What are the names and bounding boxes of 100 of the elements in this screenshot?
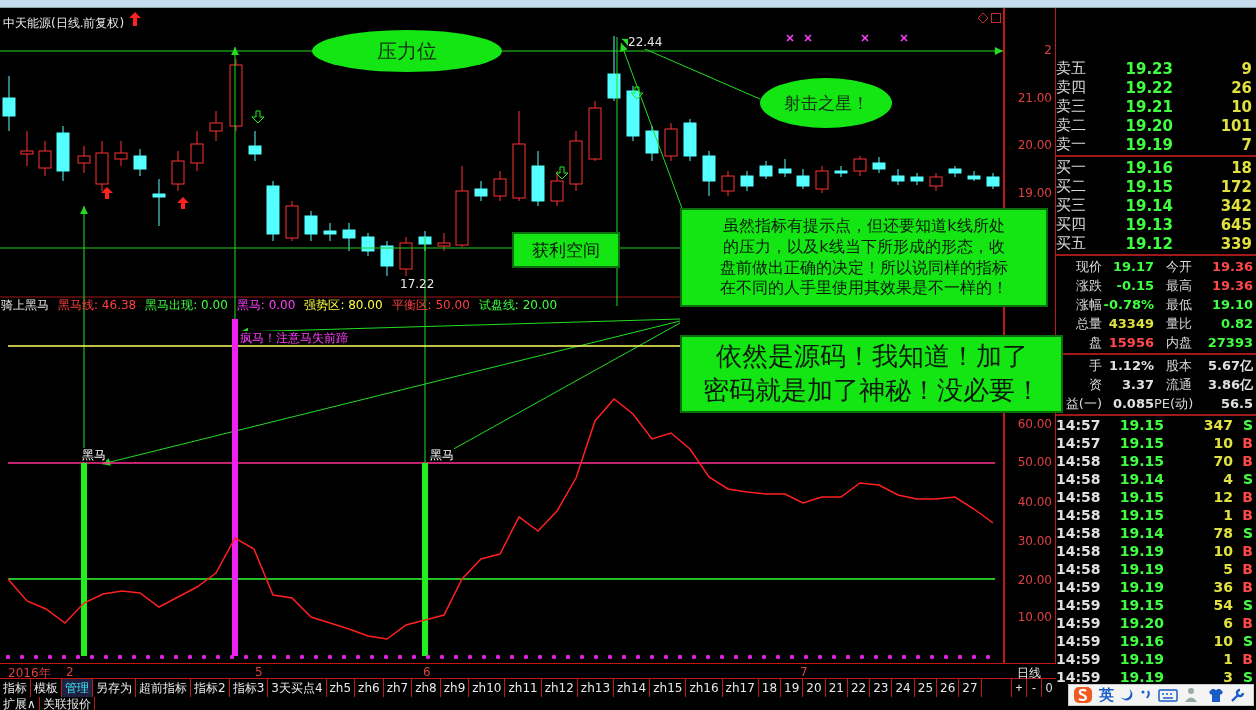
trade-volume: 12 [1212, 489, 1233, 505]
candlestick [190, 130, 204, 172]
candlestick [891, 168, 905, 186]
tab[interactable]: 管理 [62, 679, 93, 697]
trade-side: B [1241, 435, 1253, 451]
wrench-icon[interactable] [1230, 687, 1245, 703]
axis-label: 30.00 [1017, 534, 1052, 548]
candlestick [342, 222, 356, 252]
candlestick [929, 172, 943, 192]
cross-icon [786, 34, 794, 42]
trade-side: B [1241, 543, 1253, 559]
trade-side: S [1241, 471, 1253, 487]
trade-volume: 36 [1212, 579, 1233, 595]
order-volume: 26 [1230, 78, 1252, 97]
tab[interactable]: 指标 [0, 679, 31, 697]
down-arrow-icon [251, 110, 265, 124]
up-arrow-icon [177, 197, 189, 209]
tab[interactable]: 扩展∧ [0, 697, 40, 710]
trade-volume: 70 [1212, 453, 1233, 469]
order-price: 19.13 [1124, 215, 1173, 234]
indicator-value: 黑马出现: 0.00 [145, 297, 228, 314]
indicator-value: 试盘线: 20.00 [478, 297, 558, 314]
trade-time: 14:58 [1056, 525, 1102, 541]
tab[interactable]: 指标2 [191, 679, 230, 697]
trade-side: B [1241, 489, 1253, 505]
candlestick [778, 158, 792, 178]
trade-price: 19.14 [1118, 525, 1164, 541]
trade-time: 14:57 [1056, 417, 1102, 433]
keyboard-icon[interactable] [1158, 688, 1178, 702]
trade-time: 14:58 [1056, 543, 1102, 559]
candlestick [304, 210, 318, 242]
order-label: 卖三 [1056, 97, 1087, 116]
axis-label: 20.00 [1017, 138, 1052, 152]
tab[interactable]: 26 [937, 679, 960, 697]
trade-time: 14:57 [1056, 435, 1102, 451]
candlestick [967, 170, 981, 182]
order-label: 卖四 [1056, 78, 1087, 97]
trade-price: 19.19 [1118, 651, 1164, 667]
candlestick [531, 150, 545, 207]
trade-side: B [1241, 615, 1253, 631]
trade-price: 19.19 [1118, 543, 1164, 559]
trade-price: 19.14 [1118, 471, 1164, 487]
trade-price: 19.15 [1118, 489, 1164, 505]
candlestick [721, 170, 735, 197]
candlestick [872, 156, 886, 174]
price-label: 17.22 [400, 277, 435, 291]
candlestick [645, 125, 659, 162]
order-volume: 18 [1230, 158, 1252, 177]
candlestick [361, 232, 375, 257]
moon-icon[interactable] [1120, 688, 1134, 702]
annotation-label: 射击之星！ [760, 78, 892, 128]
quote-value: 19.10 [1210, 297, 1253, 312]
quote-label: PE(动) [1154, 394, 1192, 413]
trade-volume: 5 [1222, 561, 1233, 577]
candlestick [399, 236, 413, 277]
tab[interactable]: zh8 [412, 679, 441, 697]
shirt-icon[interactable] [1208, 687, 1224, 703]
quote-value: 0.085 [1111, 396, 1154, 411]
order-price: 19.21 [1124, 97, 1173, 116]
tab[interactable]: zh14 [614, 679, 651, 697]
indicator-value: 黑马线: 46.38 [58, 297, 137, 314]
quote-label: 股本 [1165, 356, 1192, 375]
tab[interactable]: 模板 [31, 679, 62, 697]
down-arrow-icon [630, 86, 644, 100]
candlestick [380, 240, 394, 277]
tab[interactable]: zh15 [650, 679, 687, 697]
tab[interactable]: zh6 [355, 679, 384, 697]
quote-label: 盘 [1088, 333, 1102, 352]
quote-label: 流通 [1165, 375, 1192, 394]
trade-price: 19.15 [1118, 417, 1164, 433]
candlestick [114, 140, 128, 167]
trade-side: S [1241, 669, 1253, 685]
quote-label: 最高 [1165, 276, 1192, 295]
input-mode[interactable]: 英 [1099, 685, 1114, 705]
trade-volume: 4 [1222, 471, 1233, 487]
order-label: 卖二 [1056, 116, 1087, 135]
candlestick [20, 130, 34, 167]
trade-time: 14:59 [1056, 579, 1102, 595]
quote-label: 最低 [1165, 295, 1192, 314]
trade-volume: 1 [1222, 651, 1233, 667]
quote-value: -0.15 [1115, 278, 1154, 293]
tab[interactable]: zh10 [469, 679, 506, 697]
candlestick [948, 165, 962, 178]
tab[interactable]: 超前指标 [136, 679, 191, 697]
order-price: 19.12 [1124, 234, 1173, 253]
period-label: 日线 [1017, 665, 1041, 682]
quote-value: 19.36 [1210, 259, 1253, 274]
signal-label: 黑马 [82, 448, 106, 462]
trade-time: 14:58 [1056, 453, 1102, 469]
annotation-label: 获利空间 [512, 232, 620, 269]
candlestick [683, 118, 697, 162]
candlestick [474, 180, 488, 202]
candlestick [38, 140, 52, 177]
axis-label: 60.00 [1017, 417, 1052, 431]
candlestick [702, 150, 716, 197]
trade-side: B [1241, 453, 1253, 469]
candlestick [815, 165, 829, 194]
trade-volume: 10 [1212, 543, 1233, 559]
trade-price: 19.19 [1118, 669, 1164, 685]
candlestick [910, 172, 924, 186]
